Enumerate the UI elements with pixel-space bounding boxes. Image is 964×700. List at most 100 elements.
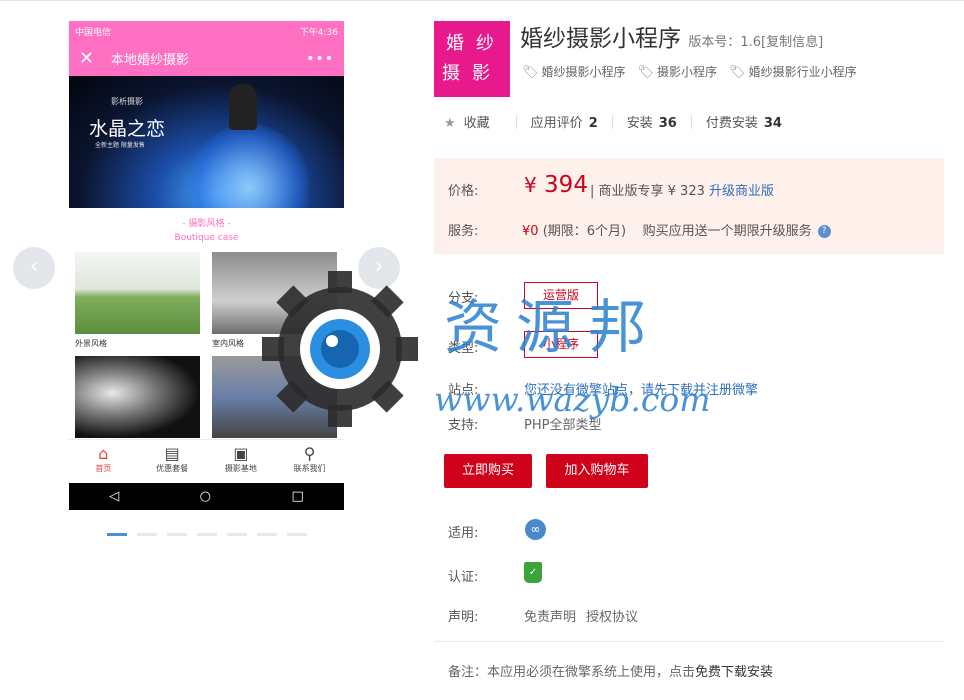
tab-label: 优惠套餐 [156, 464, 189, 473]
product-title-row: 婚纱摄影小程序 版本号：1.6[复制信息] [520, 19, 823, 53]
watermark-text: 资源邦 [444, 293, 661, 361]
service-price: ¥0 [522, 224, 539, 239]
version-label: 版本号： [688, 35, 741, 50]
free-download-link[interactable]: 免费下载安装 [695, 665, 773, 680]
phone-status-bar: 中国电信 下午4:36 [69, 21, 344, 41]
location-icon: ⚲ [303, 444, 316, 463]
install-label: 安装 [626, 116, 653, 131]
star-icon: ★ [444, 116, 456, 131]
tab-bases: ▣ 摄影基地 [207, 440, 276, 484]
carousel-dot[interactable] [227, 533, 247, 536]
tab-label: 摄影基地 [224, 464, 257, 473]
tag-item[interactable]: 🏷 摄影小程序 [638, 63, 718, 80]
carousel-dot[interactable] [257, 533, 277, 536]
license-link[interactable]: 授权协议 [586, 610, 638, 625]
section-divider [434, 641, 944, 642]
carrier-text: 中国电信 [75, 27, 112, 38]
tag-icon: 🏷 [729, 65, 746, 80]
service-info: ¥0 (期限：6个月) 购买应用送一个期限升级服务? [522, 220, 831, 239]
tab-label: 联系我们 [293, 464, 326, 473]
phone-nav-title: 本地婚纱摄影 [111, 53, 190, 68]
business-price-text: | 商业版专享 ¥ 323 [590, 184, 705, 199]
top-divider [0, 0, 964, 1]
home-icon: ⌂ [98, 444, 109, 463]
stats-row: ★ 收藏 应用评价 2 安装 36 付费安装 34 [444, 112, 782, 131]
install-stat: 安装 36 [627, 112, 677, 131]
android-nav-bar: ◁ ○ □ [69, 483, 344, 510]
paid-install-stat: 付费安装 34 [706, 112, 782, 131]
recent-apps-icon: □ [291, 489, 304, 504]
copy-info-link[interactable]: [复制信息] [761, 35, 823, 50]
business-price: | 商业版专享 ¥ 323 升级商业版 [590, 180, 774, 199]
rating-label: 应用评价 [530, 116, 583, 131]
more-icon: ••• [306, 50, 334, 67]
apply-label: 适用: [448, 526, 479, 541]
disclaimer-link[interactable]: 免责声明 [524, 610, 576, 625]
declaration-links: 免责声明 授权协议 [524, 606, 648, 625]
tag-icon: 🏷 [522, 65, 539, 80]
banner-title: 水晶之恋 [89, 118, 166, 140]
home-circle-icon: ○ [199, 489, 212, 504]
stat-divider [611, 114, 613, 129]
paid-install-value: 34 [763, 116, 782, 131]
stat-divider [690, 114, 692, 129]
product-title: 婚纱摄影小程序 [520, 26, 681, 52]
section-title-en: Boutique case [174, 233, 239, 243]
phone-tab-bar: ⌂ 首页 ▤ 优惠套餐 ▣ 摄影基地 ⚲ 联系我们 [69, 439, 344, 484]
grid-item: 外景风格 [75, 252, 200, 354]
watermark-gear-icon [262, 271, 418, 427]
tag-item[interactable]: 🏷 婚纱摄影行业小程序 [729, 63, 857, 80]
card-icon: ▣ [233, 444, 249, 463]
status-time: 下午4:36 [299, 27, 338, 38]
carousel-dot[interactable] [197, 533, 217, 536]
upgrade-business-link[interactable]: 升级商业版 [709, 184, 774, 199]
declaration-label: 声明: [448, 610, 479, 625]
phone-title-bar: ✕ 本地婚纱摄影 ••• [69, 41, 344, 76]
tag-item[interactable]: 🏷 婚纱摄影小程序 [522, 63, 626, 80]
tab-home: ⌂ 首页 [69, 440, 138, 484]
tag-label: 摄影小程序 [657, 65, 718, 79]
tag-label: 婚纱摄影小程序 [541, 65, 626, 79]
carousel-dot[interactable] [167, 533, 187, 536]
certified-badge-icon: ✓ [524, 562, 542, 583]
note-text: 备注：本应用必须在微擎系统上使用，点击 [448, 665, 696, 680]
stat-divider [515, 114, 517, 129]
tab-contact: ⚲ 联系我们 [275, 440, 344, 484]
help-icon[interactable]: ? [817, 225, 831, 238]
install-note: 备注：本应用必须在微擎系统上使用，点击免费下载安装 [448, 661, 773, 680]
carousel-dot[interactable] [107, 533, 127, 536]
chevron-left-icon: ‹ [29, 254, 39, 279]
favorite-button[interactable]: ★ 收藏 [444, 112, 490, 131]
banner-subtitle: 全新主题 限量发售 [95, 142, 145, 149]
install-value: 36 [658, 116, 677, 131]
carousel-indicators [107, 533, 307, 536]
tag-icon: 🏷 [637, 65, 655, 80]
buy-now-button[interactable]: 立即购买 [444, 454, 532, 488]
tag-label: 婚纱摄影行业小程序 [748, 65, 857, 79]
service-label: 服务: [448, 224, 479, 239]
back-icon: ◁ [109, 489, 120, 504]
currency-symbol: ¥ [524, 173, 537, 197]
banner-image: 影析摄影 水晶之恋 全新主题 限量发售 [69, 76, 344, 208]
tab-packages: ▤ 优惠套餐 [138, 440, 207, 484]
tab-label: 首页 [95, 464, 112, 473]
price-value: ¥ 394 [524, 172, 588, 198]
add-to-cart-button[interactable]: 加入购物车 [546, 454, 648, 488]
shop-icon: ▤ [164, 444, 180, 463]
version-number: 1.6 [740, 35, 762, 50]
service-period: (期限：6个月) [542, 224, 627, 239]
price-label: 价格: [448, 184, 479, 199]
carousel-dot[interactable] [137, 533, 157, 536]
rating-stat[interactable]: 应用评价 2 [531, 112, 598, 131]
banner-brand: 影析摄影 [111, 97, 143, 106]
watermark-url: www.wazyb.com [434, 380, 711, 419]
mini-program-icon: ∞ [525, 519, 546, 540]
carousel-dot[interactable] [287, 533, 307, 536]
outdoor-photo [75, 252, 200, 334]
app-logo: 婚纱摄影 [434, 21, 510, 97]
service-description: 购买应用送一个期限升级服务 [642, 224, 812, 239]
tag-list: 🏷 婚纱摄影小程序 🏷 摄影小程序 🏷 婚纱摄影行业小程序 [522, 63, 857, 80]
favorite-label: 收藏 [463, 116, 490, 131]
prev-slide-button[interactable]: ‹ [13, 247, 55, 289]
bride-dress-graphic [189, 124, 309, 208]
